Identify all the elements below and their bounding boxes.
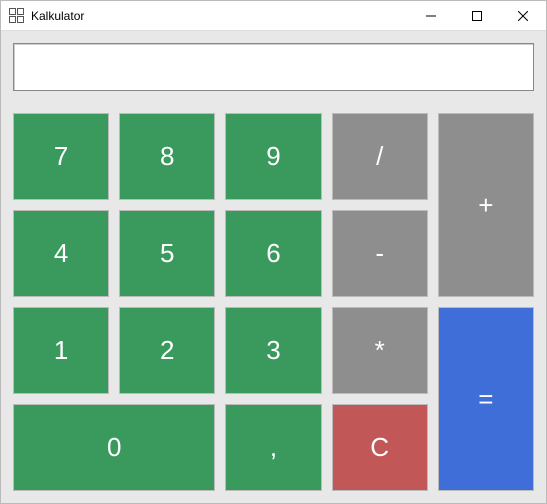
minus-button[interactable]: -	[332, 210, 428, 297]
app-icon	[9, 8, 25, 24]
digit-2-button[interactable]: 2	[119, 307, 215, 394]
multiply-button[interactable]: *	[332, 307, 428, 394]
equals-button[interactable]: =	[438, 307, 534, 491]
display-field[interactable]	[13, 43, 534, 91]
app-window: Kalkulator 7 8 9 / + 4 5 6 - 1 2	[0, 0, 547, 504]
minimize-button[interactable]	[408, 1, 454, 31]
digit-7-button[interactable]: 7	[13, 113, 109, 200]
keypad: 7 8 9 / + 4 5 6 - 1 2 3 * = 0 , C	[13, 113, 534, 491]
digit-4-button[interactable]: 4	[13, 210, 109, 297]
digit-0-button[interactable]: 0	[13, 404, 215, 491]
digit-8-button[interactable]: 8	[119, 113, 215, 200]
comma-button[interactable]: ,	[225, 404, 321, 491]
digit-9-button[interactable]: 9	[225, 113, 321, 200]
digit-5-button[interactable]: 5	[119, 210, 215, 297]
maximize-button[interactable]	[454, 1, 500, 31]
window-controls	[408, 1, 546, 31]
digit-3-button[interactable]: 3	[225, 307, 321, 394]
digit-1-button[interactable]: 1	[13, 307, 109, 394]
plus-button[interactable]: +	[438, 113, 534, 297]
close-button[interactable]	[500, 1, 546, 31]
divide-button[interactable]: /	[332, 113, 428, 200]
window-title: Kalkulator	[31, 9, 84, 23]
content-panel: 7 8 9 / + 4 5 6 - 1 2 3 * = 0 , C	[1, 31, 546, 503]
digit-6-button[interactable]: 6	[225, 210, 321, 297]
clear-button[interactable]: C	[332, 404, 428, 491]
titlebar: Kalkulator	[1, 1, 546, 31]
